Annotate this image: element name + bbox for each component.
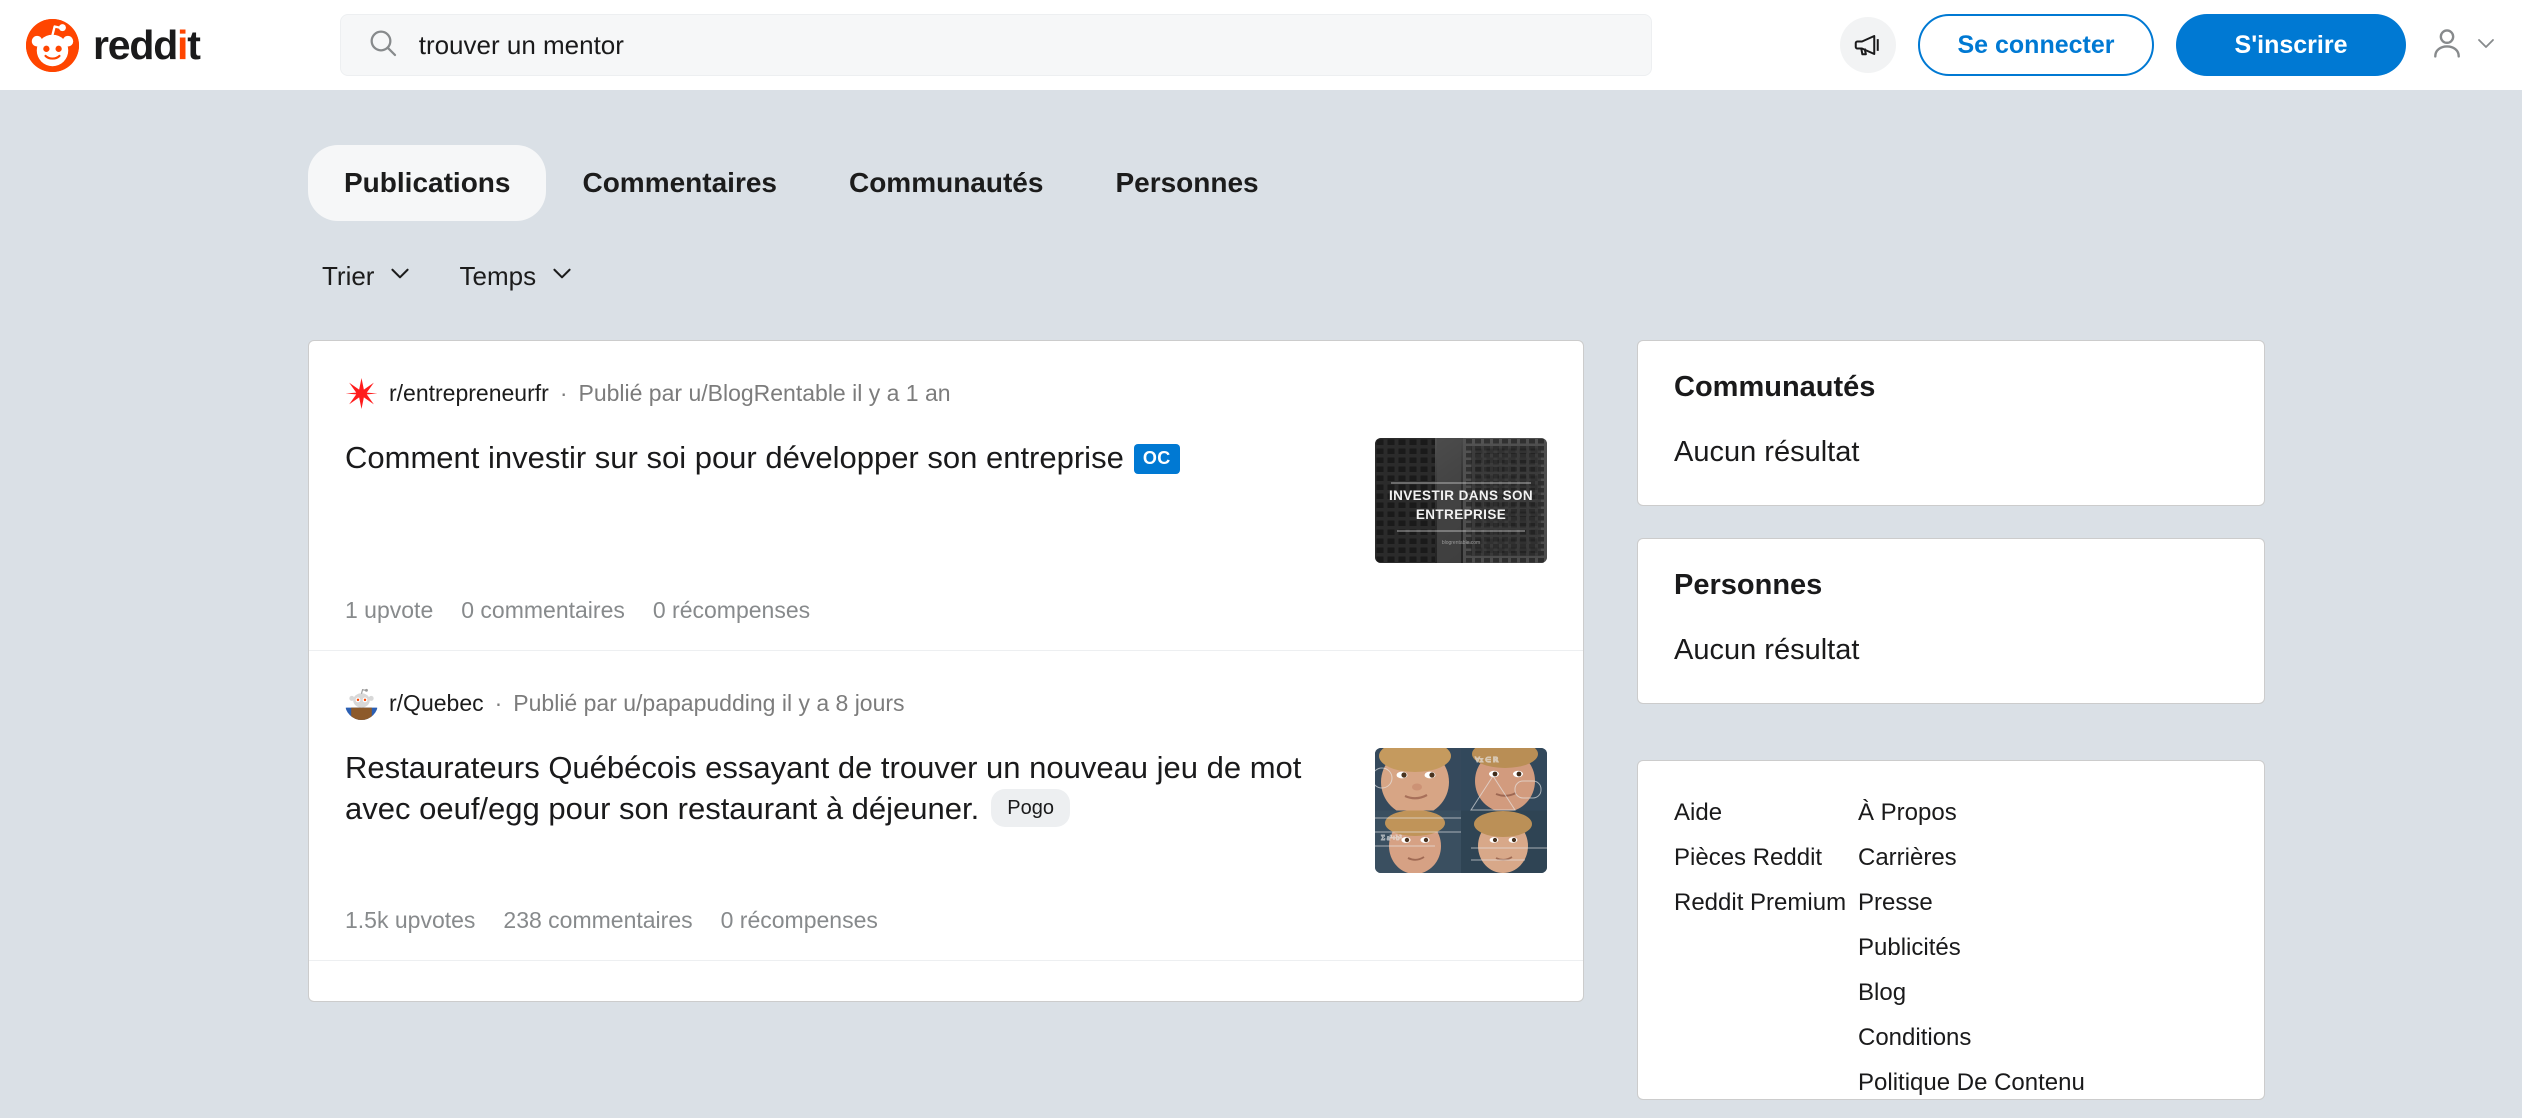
sort-dropdown[interactable]: Trier: [322, 260, 413, 293]
upvote-count: 1 upvote: [345, 597, 434, 623]
chevron-down-icon: [2474, 31, 2498, 60]
footer-link-carrieres[interactable]: Carrières: [1858, 844, 2085, 872]
results-column: r/entrepreneurfr · Publié par u/BlogRent…: [308, 340, 1584, 1002]
communities-card-title: Communautés: [1674, 371, 1876, 403]
post-title[interactable]: Comment investir sur soi pour développer…: [345, 438, 1345, 479]
subreddit-snoo-icon: [345, 687, 378, 720]
post-item[interactable]: [309, 961, 1583, 1001]
post-author-time: Publié par u/BlogRentable il y a 1 an: [578, 380, 951, 406]
time-dropdown-label: Temps: [459, 261, 537, 291]
award-count: 0 récompenses: [652, 597, 811, 623]
reddit-wordmark: reddit: [93, 21, 201, 68]
time-dropdown[interactable]: Temps: [459, 260, 575, 293]
svg-text:INVESTIR DANS SON: INVESTIR DANS SON: [1389, 488, 1533, 503]
footer-links-card: Aide Pièces Reddit Reddit Premium À Prop…: [1637, 760, 2265, 1100]
top-header: reddit Se connecter S'inscrire: [0, 0, 2522, 90]
svg-text:blogrentable.com: blogrentable.com: [1442, 540, 1480, 546]
footer-link-blog[interactable]: Blog: [1858, 979, 2085, 1007]
post-title-text: Comment investir sur soi pour développer…: [345, 440, 1124, 475]
post-thumbnail[interactable]: ∀x ∈ ℝ Σ a²+b²: [1375, 748, 1547, 873]
svg-text:Σ a²+b²: Σ a²+b²: [1381, 834, 1402, 842]
svg-text:∀x ∈ ℝ: ∀x ∈ ℝ: [1475, 756, 1499, 764]
footer-link-publicites[interactable]: Publicités: [1858, 934, 2085, 962]
user-account-menu[interactable]: [2428, 24, 2498, 67]
search-input[interactable]: [418, 29, 1625, 61]
comment-count[interactable]: 0 commentaires: [461, 597, 625, 624]
footer-link-a-propos[interactable]: À Propos: [1858, 799, 2085, 827]
search-bar[interactable]: [339, 14, 1652, 76]
post-thumbnail[interactable]: INVESTIR DANS SON ENTREPRISE blogrentabl…: [1375, 438, 1547, 563]
footer-link-aide[interactable]: Aide: [1674, 799, 1858, 827]
subreddit-star-icon: [345, 377, 378, 410]
filter-row: Trier Temps: [322, 260, 575, 293]
chevron-down-icon: [387, 260, 413, 293]
svg-text:ENTREPRISE: ENTREPRISE: [1416, 507, 1506, 522]
sidebar: Communautés Aucun résultat Personnes Auc…: [1637, 340, 2265, 1100]
people-empty-state: Aucun résultat: [1674, 634, 1860, 666]
subreddit-link[interactable]: r/entrepreneurfr: [389, 380, 549, 407]
footer-link-reddit-premium[interactable]: Reddit Premium: [1674, 889, 1858, 917]
login-button[interactable]: Se connecter: [1918, 14, 2154, 76]
footer-column-1: Aide Pièces Reddit Reddit Premium: [1674, 799, 1858, 1061]
post-title-text: Restaurateurs Québécois essayant de trou…: [345, 750, 1302, 826]
search-icon: [367, 27, 399, 64]
footer-link-conditions[interactable]: Conditions: [1858, 1024, 2085, 1052]
footer-link-presse[interactable]: Presse: [1858, 889, 2085, 917]
communities-card: Communautés Aucun résultat: [1637, 340, 2265, 506]
post-flair-badge[interactable]: Pogo: [991, 788, 1070, 828]
post-title[interactable]: Restaurateurs Québécois essayant de trou…: [345, 748, 1345, 830]
user-avatar-icon: [2428, 24, 2466, 67]
comment-count[interactable]: 238 commentaires: [503, 907, 692, 934]
reddit-snoo-icon: [26, 18, 79, 72]
tab-publications[interactable]: Publications: [308, 145, 547, 221]
signup-button[interactable]: S'inscrire: [2176, 14, 2406, 76]
subreddit-link[interactable]: r/Quebec: [389, 690, 484, 717]
tab-commentaires[interactable]: Commentaires: [546, 145, 813, 221]
footer-link-pieces-reddit[interactable]: Pièces Reddit: [1674, 844, 1858, 872]
header-actions: Se connecter S'inscrire: [1840, 14, 2498, 76]
post-item[interactable]: r/entrepreneurfr · Publié par u/BlogRent…: [309, 341, 1583, 651]
post-stats: 1.5k upvotes 238 commentaires 0 récompen…: [345, 873, 1547, 960]
megaphone-icon[interactable]: [1840, 17, 1896, 73]
oc-badge: OC: [1133, 444, 1180, 474]
tab-personnes[interactable]: Personnes: [1079, 145, 1294, 221]
reddit-logo-home-link[interactable]: reddit: [26, 18, 201, 72]
post-meta: r/Quebec · Publié par u/papapudding il y…: [345, 687, 1547, 720]
people-card: Personnes Aucun résultat: [1637, 538, 2265, 704]
post-list: r/entrepreneurfr · Publié par u/BlogRent…: [308, 340, 1584, 1002]
search-result-tabs: Publications Commentaires Communautés Pe…: [308, 145, 1295, 221]
post-item[interactable]: r/Quebec · Publié par u/papapudding il y…: [309, 651, 1583, 961]
post-stats: 1 upvote 0 commentaires 0 récompenses: [345, 563, 1547, 650]
upvote-count: 1.5k upvotes: [345, 907, 476, 933]
people-card-title: Personnes: [1674, 569, 1823, 601]
search-results-page: Publications Commentaires Communautés Pe…: [0, 90, 2522, 1118]
sort-dropdown-label: Trier: [322, 261, 375, 291]
meta-separator: ·: [494, 690, 503, 716]
communities-empty-state: Aucun résultat: [1674, 436, 1860, 468]
post-meta: r/entrepreneurfr · Publié par u/BlogRent…: [345, 377, 1547, 410]
award-count: 0 récompenses: [720, 907, 878, 933]
meta-separator: ·: [559, 380, 568, 406]
footer-link-politique-de-contenu[interactable]: Politique De Contenu: [1858, 1069, 2085, 1097]
chevron-down-icon: [549, 260, 575, 293]
tab-communautes[interactable]: Communautés: [813, 145, 1079, 221]
footer-column-2: À Propos Carrières Presse Publicités Blo…: [1858, 799, 2085, 1096]
post-author-time: Publié par u/papapudding il y a 8 jours: [513, 690, 905, 716]
